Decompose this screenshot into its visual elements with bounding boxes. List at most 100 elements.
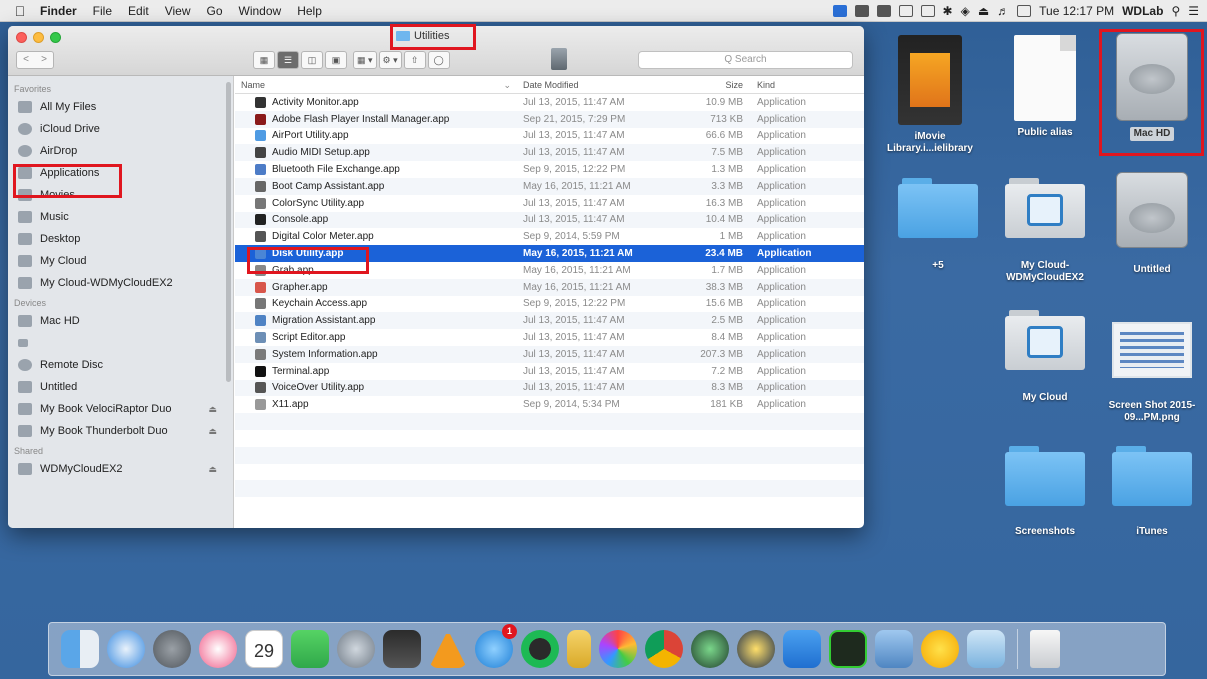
table-row[interactable]: System Information.app Jul 13, 2015, 11:4…: [235, 345, 864, 363]
sidebar-item-my-cloud[interactable]: My Cloud: [8, 250, 233, 272]
radar-dock-icon[interactable]: [691, 630, 729, 668]
back-button[interactable]: <: [17, 52, 35, 68]
table-row[interactable]: Activity Monitor.app Jul 13, 2015, 11:47 …: [235, 94, 864, 111]
table-row[interactable]: AirPort Utility.app Jul 13, 2015, 11:47 A…: [235, 128, 864, 145]
column-view-button[interactable]: ◫: [301, 51, 323, 69]
table-row[interactable]: Audio MIDI Setup.app Jul 13, 2015, 11:47 …: [235, 144, 864, 162]
column-header-size[interactable]: Size: [693, 80, 749, 90]
search-input[interactable]: Q Search: [638, 51, 853, 69]
desktop-screenshots-folder[interactable]: Screenshots: [1000, 446, 1090, 538]
sidebar-item-all-my-files[interactable]: All My Files: [8, 96, 233, 118]
desktop-screen-shot[interactable]: Screen Shot 2015-09...PM.png: [1107, 322, 1197, 424]
list-view-button[interactable]: ☰: [277, 51, 299, 69]
table-row[interactable]: Terminal.app Jul 13, 2015, 11:47 AM 7.2 MB…: [235, 363, 864, 380]
menu-view[interactable]: View: [165, 4, 191, 18]
spotlight-icon[interactable]: ⚲: [1171, 4, 1180, 18]
apple-menu-icon[interactable]: : [8, 3, 32, 19]
eject-icon[interactable]: ⏏: [978, 4, 989, 18]
desktop-imovie-library[interactable]: iMovie Library.i...ielibrary: [885, 35, 975, 155]
desktop-folder-plus5[interactable]: +5: [893, 178, 983, 272]
desktop-my-cloud-ex2[interactable]: My Cloud-WDMyCloudEX2: [1000, 178, 1090, 284]
calendar-dock-icon[interactable]: 29: [245, 630, 283, 668]
table-row[interactable]: Digital Color Meter.app Sep 9, 2014, 5:59…: [235, 228, 864, 245]
zoom-button[interactable]: [50, 32, 61, 43]
disk-toolbar-icon[interactable]: [551, 48, 567, 70]
share-icon[interactable]: ⇧: [403, 51, 426, 69]
eject-icon[interactable]: ⏏: [208, 404, 217, 415]
sidebar-item-my-cloud-ex2[interactable]: My Cloud-WDMyCloudEX2: [8, 272, 233, 294]
screen-sharing-dock-icon[interactable]: [875, 630, 913, 668]
status-screen-icon[interactable]: [876, 4, 891, 17]
tag-icon[interactable]: ◯: [427, 51, 450, 69]
menu-go[interactable]: Go: [207, 4, 223, 18]
column-header-date[interactable]: Date Modified: [517, 80, 693, 90]
spotify-dock-icon[interactable]: [521, 630, 559, 668]
finder-dock-icon[interactable]: [61, 630, 99, 668]
desktop-itunes-folder[interactable]: iTunes: [1107, 446, 1197, 538]
wd-app-dock-icon[interactable]: [967, 630, 1005, 668]
table-row[interactable]: ColorSync Utility.app Jul 13, 2015, 11:47…: [235, 195, 864, 212]
sphere-dock-icon[interactable]: [737, 630, 775, 668]
icon-view-button[interactable]: ▦: [253, 51, 275, 69]
forward-button[interactable]: >: [35, 52, 53, 68]
airplay-icon[interactable]: [898, 4, 913, 17]
table-row[interactable]: Bluetooth File Exchange.app Sep 9, 2015, …: [235, 161, 864, 178]
action-gear-icon[interactable]: ⚙ ▾: [378, 51, 402, 69]
sidebar-item-thunderbolt[interactable]: My Book Thunderbolt Duo ⏏: [8, 420, 233, 442]
table-row[interactable]: Console.app Jul 13, 2015, 11:47 AM 10.4 MB…: [235, 211, 864, 229]
column-header-name[interactable]: Name ⌄: [235, 80, 517, 90]
itunes-dock-icon[interactable]: [199, 630, 237, 668]
arrange-button[interactable]: ▦ ▾: [353, 51, 377, 69]
activity-monitor-dock-icon[interactable]: [829, 630, 867, 668]
wifi-icon[interactable]: ◈: [961, 4, 970, 18]
table-row[interactable]: X11.app Sep 9, 2014, 5:34 PM 181 KB Applica…: [235, 396, 864, 413]
volume-icon[interactable]: ♬: [997, 4, 1009, 18]
minimize-button[interactable]: [33, 32, 44, 43]
system-preferences-dock-icon[interactable]: [153, 630, 191, 668]
table-row[interactable]: Boot Camp Assistant.app May 16, 2015, 11:…: [235, 177, 864, 195]
sidebar-item-remote-disc[interactable]: Remote Disc: [8, 354, 233, 376]
menu-window[interactable]: Window: [239, 4, 282, 18]
eject-icon[interactable]: ⏏: [208, 426, 217, 437]
table-row[interactable]: Keychain Access.app Sep 9, 2015, 12:22 PM…: [235, 296, 864, 313]
status-tool-icon[interactable]: [854, 4, 869, 17]
sidebar-item-velociraptor[interactable]: My Book VelociRaptor Duo ⏏: [8, 398, 233, 420]
launchpad-dock-icon[interactable]: [337, 630, 375, 668]
bluetooth-icon[interactable]: ✱: [943, 4, 953, 18]
display-icon[interactable]: [1017, 4, 1032, 17]
facetime-dock-icon[interactable]: [291, 630, 329, 668]
safari-dock-icon[interactable]: [107, 630, 145, 668]
photos-dock-icon[interactable]: [599, 630, 637, 668]
user-name[interactable]: WDLab: [1122, 4, 1163, 18]
sidebar-item-mac-hd[interactable]: Mac HD: [8, 310, 233, 332]
sidebar-item-wdmycloudex2[interactable]: WDMyCloudEX2 ⏏: [8, 458, 233, 480]
menu-finder[interactable]: Finder: [40, 4, 77, 18]
sidebar-item-icloud-drive[interactable]: iCloud Drive: [8, 118, 233, 140]
terminal-dock-icon[interactable]: [383, 630, 421, 668]
clock[interactable]: Tue 12:17 PM: [1039, 4, 1114, 18]
desktop-mac-hd[interactable]: Mac HD: [1107, 33, 1197, 141]
teamviewer-dock-icon[interactable]: [783, 630, 821, 668]
table-row[interactable]: Migration Assistant.app Jul 13, 2015, 11:…: [235, 312, 864, 330]
menu-edit[interactable]: Edit: [128, 4, 149, 18]
sidebar-scrollbar[interactable]: [226, 82, 231, 382]
cyberduck-dock-icon[interactable]: [921, 630, 959, 668]
sidebar-item-untitled[interactable]: Untitled: [8, 376, 233, 398]
trash-dock-icon[interactable]: [1030, 630, 1060, 668]
desktop-untitled[interactable]: Untitled: [1107, 172, 1197, 276]
eject-icon[interactable]: ⏏: [208, 464, 217, 475]
menu-file[interactable]: File: [93, 4, 112, 18]
cover-flow-button[interactable]: ▣: [325, 51, 347, 69]
table-row[interactable]: Grapher.app May 16, 2015, 11:21 AM 38.3 MB…: [235, 278, 864, 296]
table-row[interactable]: Adobe Flash Player Install Manager.app Se…: [235, 110, 864, 128]
sidebar-item-desktop[interactable]: Desktop: [8, 228, 233, 250]
sidebar-item-unnamed-device[interactable]: [8, 332, 233, 354]
chrome-dock-icon[interactable]: [645, 630, 683, 668]
notification-center-icon[interactable]: ☰: [1188, 4, 1199, 18]
table-row[interactable]: VoiceOver Utility.app Jul 13, 2015, 11:47…: [235, 379, 864, 397]
desktop-my-cloud[interactable]: My Cloud: [1000, 310, 1090, 404]
sidebar-item-airdrop[interactable]: AirDrop: [8, 140, 233, 162]
table-row[interactable]: Script Editor.app Jul 13, 2015, 11:47 AM 8…: [235, 329, 864, 346]
vlc-dock-icon[interactable]: [429, 630, 467, 668]
menu-help[interactable]: Help: [297, 4, 322, 18]
